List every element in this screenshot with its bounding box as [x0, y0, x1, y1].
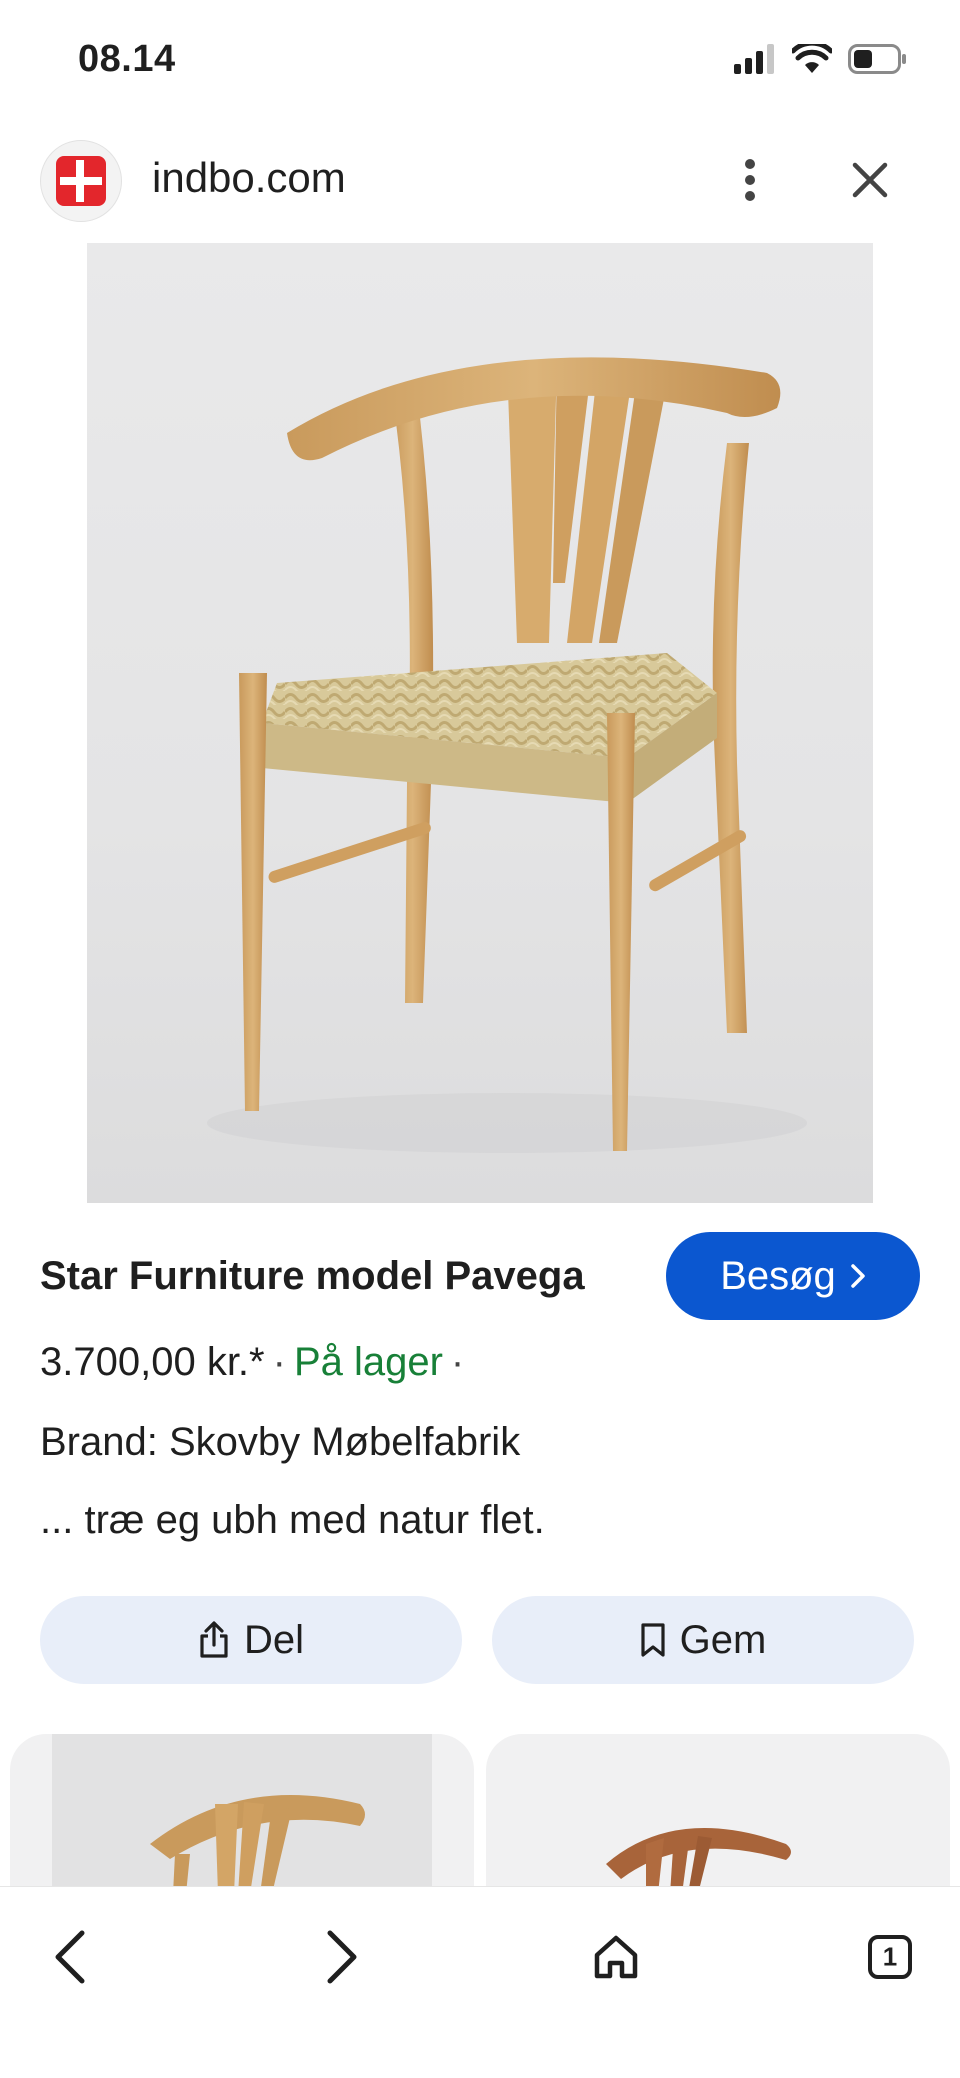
save-label: Gem — [679, 1617, 767, 1662]
back-button[interactable] — [30, 1917, 110, 1997]
bottom-navigation: 1 — [0, 1886, 960, 2078]
bookmark-icon — [641, 1623, 665, 1657]
site-name[interactable]: indbo.com — [152, 154, 346, 202]
chair-illustration — [207, 357, 807, 1153]
status-icons — [734, 44, 908, 74]
signal-icon — [734, 44, 774, 74]
more-options-button[interactable] — [728, 150, 772, 210]
share-icon — [200, 1621, 228, 1658]
product-image[interactable] — [87, 243, 873, 1203]
price: 3.700,00 kr.* — [40, 1340, 265, 1384]
share-button[interactable]: Del — [40, 1596, 462, 1684]
home-icon — [594, 1935, 638, 1979]
separator-trailing: · — [450, 1340, 465, 1384]
site-logo — [40, 140, 122, 222]
close-button[interactable] — [840, 150, 900, 210]
related-result-2[interactable] — [486, 1734, 950, 1894]
related-result-1[interactable] — [10, 1734, 474, 1894]
price-line: 3.700,00 kr.* · På lager · — [40, 1340, 472, 1385]
stock-status: På lager — [293, 1340, 443, 1384]
related-thumbnail-1 — [52, 1734, 432, 1894]
close-icon — [852, 162, 888, 198]
forward-arrow-icon — [327, 1930, 357, 1984]
share-label: Del — [243, 1617, 305, 1662]
tabs-button[interactable]: 1 — [850, 1917, 930, 1997]
description: ... træ eg ubh med natur flet. — [40, 1498, 545, 1542]
product-title[interactable]: Star Furniture model Pavega — [40, 1254, 585, 1299]
status-time: 08.14 — [78, 38, 176, 80]
brand-line: Brand: Skovby Møbelfabrik — [40, 1420, 521, 1464]
visit-button[interactable]: Besøg — [666, 1232, 920, 1320]
tab-count: 1 — [882, 1941, 898, 1972]
wifi-icon — [792, 44, 832, 73]
product-title-row: Star Furniture model Pavega Besøg — [40, 1232, 920, 1322]
site-header: indbo.com — [0, 130, 960, 230]
chevron-right-icon — [851, 1264, 865, 1288]
related-thumbnail-2 — [606, 1828, 791, 1894]
back-arrow-icon — [55, 1930, 85, 1984]
status-bar: 08.14 — [0, 0, 960, 120]
battery-icon — [848, 44, 906, 74]
save-button[interactable]: Gem — [492, 1596, 914, 1684]
separator: · — [272, 1340, 286, 1384]
forward-button[interactable] — [302, 1917, 382, 1997]
visit-label: Besøg — [720, 1253, 836, 1298]
more-vert-icon — [745, 159, 755, 201]
home-button[interactable] — [576, 1917, 656, 1997]
